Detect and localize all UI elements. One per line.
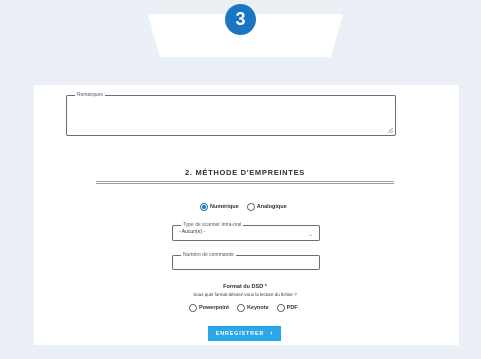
remarks-label: Remarques: [77, 92, 103, 98]
section-divider-secondary: [96, 183, 394, 184]
method-option-numerique[interactable]: Numérique: [200, 203, 239, 211]
radio-unselected-icon[interactable]: [276, 304, 285, 312]
chevron-right-icon: ›: [270, 330, 274, 337]
format-option-label: PDF: [286, 305, 298, 311]
save-button[interactable]: ENREGISTRER ›: [208, 326, 281, 341]
format-title: Format du DSD *: [223, 284, 267, 290]
format-radio-group: Powerpoint Keynote PDF: [189, 304, 298, 312]
format-subtitle: Sous quel format désirez-vous la lecture…: [193, 292, 297, 297]
save-button-label: ENREGISTRER: [215, 330, 265, 337]
method-option-label: Numérique: [210, 204, 239, 210]
format-option-powerpoint[interactable]: Powerpoint: [189, 304, 229, 312]
section-title: 2. MÉTHODE D'EMPREINTES: [185, 168, 305, 177]
format-option-label: Keynote: [246, 305, 269, 311]
step-number-badge: 3: [225, 4, 256, 35]
section-divider: [96, 181, 394, 182]
format-option-keynote[interactable]: Keynote: [236, 304, 269, 312]
scanner-selected-value: - Aucun(e) -: [179, 229, 206, 235]
method-radio-group: Numérique Analogique: [200, 203, 287, 211]
format-option-label: Powerpoint: [199, 305, 229, 311]
radio-unselected-icon[interactable]: [236, 304, 245, 312]
chevron-down-icon: ⌄: [307, 232, 313, 238]
scanner-select[interactable]: Type de scanner Intra-oral - Aucun(e) - …: [172, 222, 320, 241]
radio-selected-icon[interactable]: [200, 203, 208, 211]
format-option-pdf[interactable]: PDF: [276, 304, 298, 312]
method-option-label: Analogique: [256, 204, 287, 210]
radio-unselected-icon[interactable]: [189, 304, 197, 312]
method-option-analogique[interactable]: Analogique: [246, 203, 287, 211]
resize-handle-icon[interactable]: [388, 128, 393, 133]
order-number-input[interactable]: Numéro de commande: [172, 252, 320, 270]
order-number-label: Numéro de commande: [183, 252, 234, 258]
radio-unselected-icon[interactable]: [246, 203, 255, 211]
remarks-textarea[interactable]: Remarques: [66, 92, 396, 136]
